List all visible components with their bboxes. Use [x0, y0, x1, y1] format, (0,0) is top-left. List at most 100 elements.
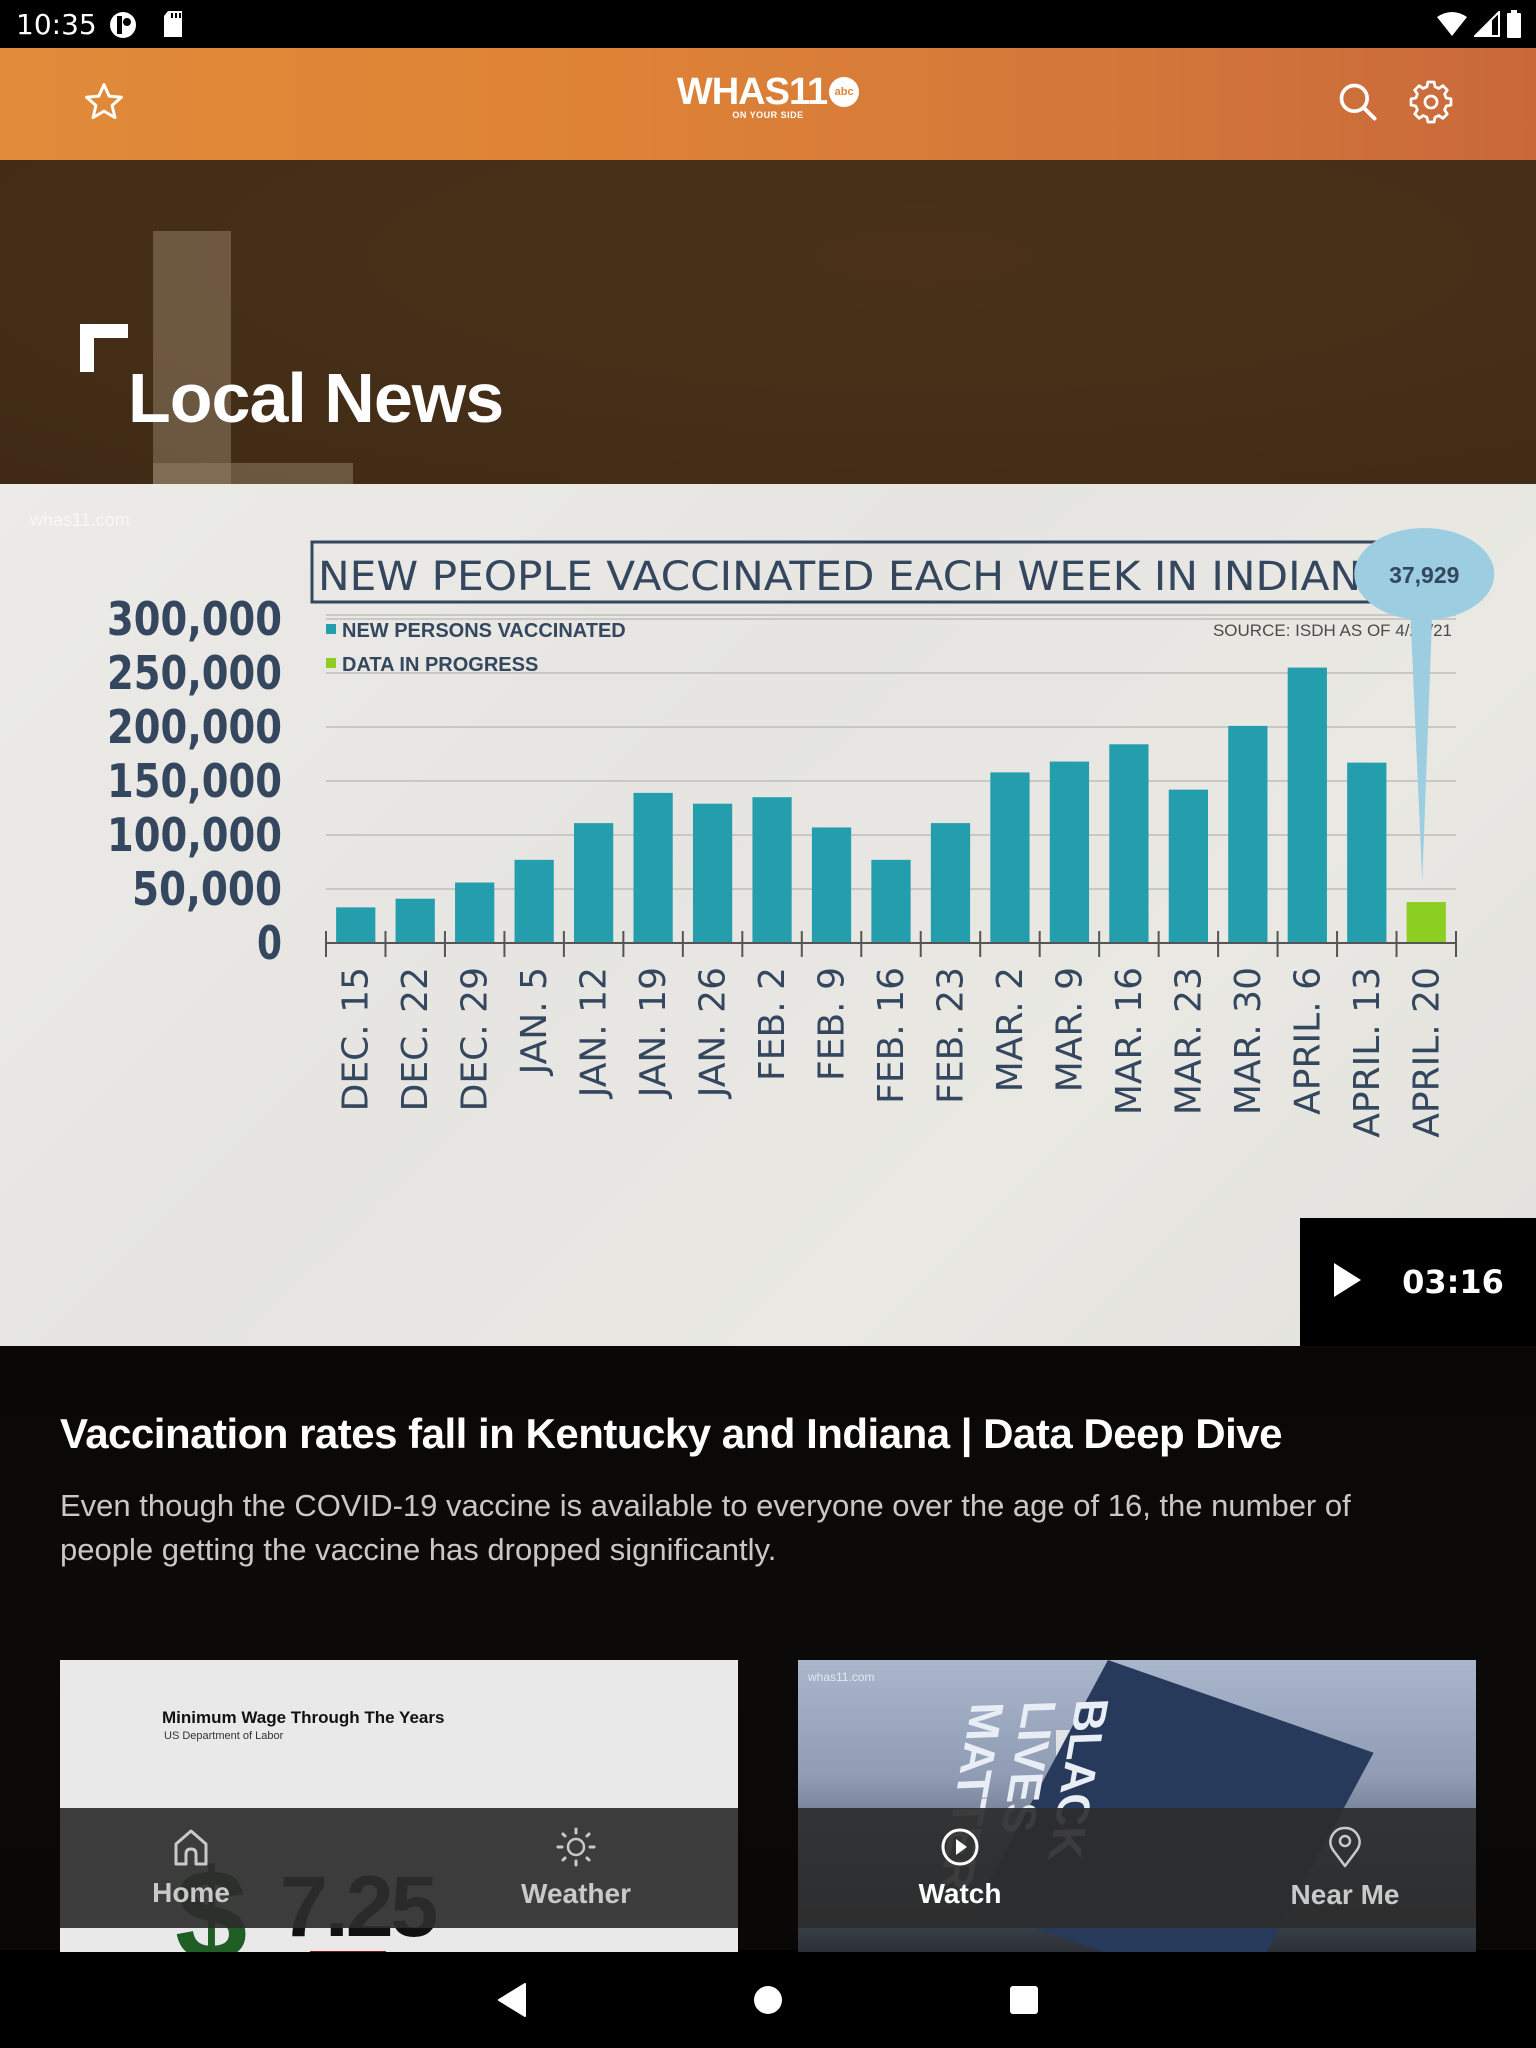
x-tick-label: MAR. 16	[1109, 967, 1150, 1115]
legend-swatch	[326, 658, 336, 668]
gear-icon	[1409, 80, 1453, 129]
bar	[395, 898, 435, 943]
station-logo[interactable]: WHAS11 abc ON YOUR SIDE	[672, 72, 864, 136]
featured-video[interactable]: whas11.com NEW PEOPLE VACCINATED EACH WE…	[0, 484, 1536, 1346]
article-headline[interactable]: Vaccination rates fall in Kentucky and I…	[60, 1410, 1480, 1458]
tab-label: Watch	[918, 1877, 1002, 1909]
bar	[1406, 902, 1446, 943]
bar	[455, 882, 495, 943]
wifi-icon	[1436, 11, 1468, 42]
x-tick-label: MAR. 23	[1168, 967, 1209, 1115]
sd-card-icon	[162, 10, 184, 43]
x-tick-label: APRIL. 13	[1347, 967, 1388, 1138]
x-tick-label: FEB. 23	[930, 967, 971, 1104]
x-tick-label: DEC. 15	[336, 967, 377, 1111]
tab-label: Home	[152, 1876, 230, 1908]
video-duration: 03:16	[1402, 1263, 1504, 1301]
bar	[336, 907, 376, 943]
x-tick-label: FEB. 2	[752, 967, 793, 1081]
home-icon	[173, 1828, 209, 1871]
x-tick-label: JAN. 5	[514, 967, 555, 1076]
tab-watch[interactable]: Watch	[860, 1808, 1060, 1928]
x-tick-label: MAR. 30	[1228, 967, 1269, 1115]
search-icon	[1336, 80, 1380, 129]
legend-label: DATA IN PROGRESS	[342, 654, 538, 676]
logo-text: WHAS11	[676, 71, 828, 113]
y-tick-label: 150,000	[107, 754, 282, 808]
x-tick-label: APRIL. 6	[1287, 967, 1328, 1115]
bar	[1228, 725, 1268, 943]
section-title: Local News	[128, 359, 504, 437]
notification-app-icon	[108, 10, 138, 45]
bar	[1109, 744, 1149, 943]
bar	[871, 859, 911, 943]
annotation-label: 37,929	[1389, 562, 1459, 588]
tab-home[interactable]: Home	[91, 1808, 291, 1928]
thumbnail-subtitle: US Department of Labor	[164, 1730, 284, 1742]
tab-weather[interactable]: Weather	[476, 1808, 676, 1928]
nav-back-button[interactable]	[492, 1982, 532, 2022]
bar	[633, 792, 673, 943]
sun-icon	[556, 1827, 596, 1872]
bar	[514, 859, 554, 943]
thumbnail-title: Minimum Wage Through The Years	[162, 1708, 445, 1727]
bar	[811, 827, 852, 943]
legend-swatch	[326, 624, 336, 634]
annotation-pointer	[1410, 612, 1433, 881]
y-tick-label: 50,000	[132, 862, 282, 916]
cell-signal-icon	[1472, 9, 1500, 42]
bar	[990, 772, 1030, 943]
x-tick-label: FEB. 9	[812, 967, 853, 1081]
bar	[1287, 667, 1327, 943]
nav-home-button[interactable]	[748, 1982, 788, 2022]
article-summary: Even though the COVID-19 vaccine is avai…	[60, 1488, 1351, 1567]
tab-near-me[interactable]: Near Me	[1245, 1808, 1445, 1928]
bar	[930, 823, 971, 943]
favorites-button[interactable]	[76, 76, 132, 132]
x-tick-label: FEB. 16	[871, 967, 912, 1104]
bar	[752, 797, 792, 943]
bar	[1168, 789, 1208, 943]
y-tick-label: 300,000	[107, 592, 282, 646]
status-bar: 10:35	[0, 0, 1536, 48]
location-pin-icon	[1327, 1826, 1363, 1873]
y-tick-label: 100,000	[107, 808, 282, 862]
search-button[interactable]	[1330, 76, 1386, 132]
hero-bracket-icon	[80, 324, 128, 372]
y-tick-label: 250,000	[107, 646, 282, 700]
y-tick-label: 200,000	[107, 700, 282, 754]
hero-letter-decoration-foot	[153, 463, 353, 484]
tab-label: Near Me	[1290, 1878, 1400, 1910]
x-tick-label: DEC. 29	[455, 967, 496, 1111]
vaccination-chart: NEW PEOPLE VACCINATED EACH WEEK IN INDIA…	[107, 528, 1495, 1138]
nav-recents-button[interactable]	[1004, 1982, 1044, 2022]
settings-button[interactable]	[1403, 76, 1459, 132]
bar	[574, 823, 614, 943]
thumbnail-watermark: whas11.com	[808, 1670, 875, 1684]
x-tick-label: APRIL. 20	[1406, 967, 1447, 1138]
section-hero: Local News	[0, 160, 1536, 484]
bottom-tab-bar: Home Weather Watch Near Me	[60, 1808, 1476, 1928]
chart-title: NEW PEOPLE VACCINATED EACH WEEK IN INDIA…	[318, 554, 1391, 600]
app-header: WHAS11 abc ON YOUR SIDE	[0, 48, 1536, 160]
recents-icon	[1009, 1985, 1039, 2020]
home-circle-icon	[752, 1984, 784, 2021]
legend-label: NEW PERSONS VACCINATED	[342, 620, 626, 642]
play-icon	[1332, 1262, 1362, 1303]
tab-label: Weather	[521, 1877, 631, 1909]
back-icon	[497, 1982, 527, 2022]
system-nav-bar	[0, 1952, 1536, 2048]
x-tick-label: MAR. 2	[990, 967, 1031, 1092]
x-tick-label: JAN. 12	[574, 967, 615, 1099]
play-duration-button[interactable]: 03:16	[1300, 1218, 1536, 1346]
abc-logo: abc	[829, 77, 860, 107]
x-tick-label: MAR. 9	[1049, 967, 1090, 1092]
bar	[1347, 762, 1387, 943]
x-tick-label: JAN. 26	[693, 967, 734, 1099]
star-icon	[82, 80, 126, 129]
x-tick-label: DEC. 22	[395, 967, 436, 1111]
y-tick-label: 0	[257, 916, 282, 970]
bar	[1049, 761, 1090, 943]
x-tick-label: JAN. 19	[633, 967, 674, 1099]
play-circle-icon	[940, 1827, 980, 1872]
